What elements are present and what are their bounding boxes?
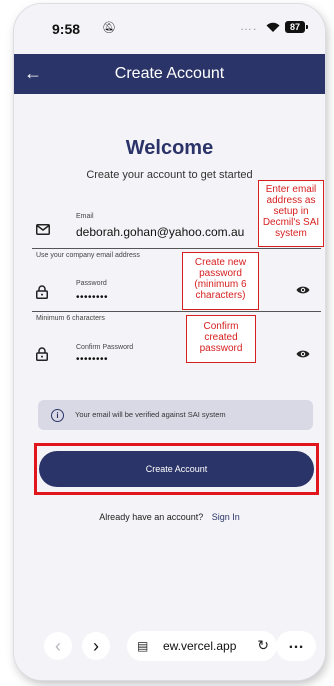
wifi-icon — [266, 22, 280, 32]
info-icon: i — [51, 409, 64, 422]
phone-frame: 9:58 🔕︎ …. 87 ← Create Account Welcome C… — [14, 4, 325, 680]
email-label: Email — [76, 213, 94, 220]
email-input[interactable]: deborah.gohan@yahoo.com.au — [76, 225, 244, 239]
page-title: Create Account — [114, 65, 225, 82]
address-bar[interactable]: ▤ ew.vercel.app ↻ — [127, 631, 277, 661]
browser-toolbar: ‹ › ▤ ew.vercel.app ↻ … — [14, 616, 325, 680]
lock-icon — [36, 347, 48, 361]
battery-icon: 87 — [285, 21, 308, 33]
browser-back-icon[interactable]: ‹ — [44, 632, 72, 660]
signin-link[interactable]: Sign In — [212, 512, 240, 522]
status-bar: 9:58 🔕︎ …. 87 — [14, 4, 325, 54]
reload-icon[interactable]: ↻ — [257, 637, 269, 654]
password-helper-text: Minimum 6 characters — [36, 315, 105, 322]
password-underline — [32, 311, 321, 312]
eye-icon[interactable] — [296, 285, 310, 295]
url-text: ew.vercel.app — [163, 639, 237, 653]
confirm-callout: Confirm created password — [186, 315, 256, 363]
app-bar: ← Create Account — [14, 54, 325, 94]
welcome-heading: Welcome — [125, 137, 214, 159]
mute-icon: 🔕︎ — [102, 22, 116, 34]
create-account-button[interactable]: Create Account — [39, 451, 314, 487]
status-time: 9:58 — [52, 21, 81, 37]
browser-forward-icon[interactable]: › — [82, 632, 110, 660]
tabs-icon[interactable]: ▤ — [137, 639, 148, 653]
info-text: Your email will be verified against SAI … — [75, 410, 226, 419]
email-underline — [32, 248, 321, 249]
lock-icon — [36, 285, 48, 299]
password-field[interactable]: Password •••••••• — [32, 272, 321, 312]
signin-prompt: Already have an account? — [99, 512, 204, 522]
email-helper-text: Use your company email address — [36, 252, 140, 259]
email-callout: Enter email address as setup in Decmil's… — [258, 180, 324, 247]
confirm-password-input[interactable]: •••••••• — [76, 354, 108, 365]
more-icon[interactable]: … — [276, 631, 316, 661]
eye-icon[interactable] — [296, 349, 310, 359]
confirm-password-field[interactable]: Confirm Password •••••••• — [36, 334, 318, 374]
mail-icon — [36, 224, 50, 235]
password-label: Password — [76, 280, 107, 287]
confirm-password-label: Confirm Password — [76, 344, 134, 351]
signal-icon: …. — [240, 19, 258, 33]
password-input[interactable]: •••••••• — [76, 292, 108, 303]
info-banner: i Your email will be verified against SA… — [38, 400, 313, 430]
password-callout: Create new password (minimum 6 character… — [182, 252, 259, 310]
signin-row: Already have an account? Sign In — [14, 512, 325, 522]
